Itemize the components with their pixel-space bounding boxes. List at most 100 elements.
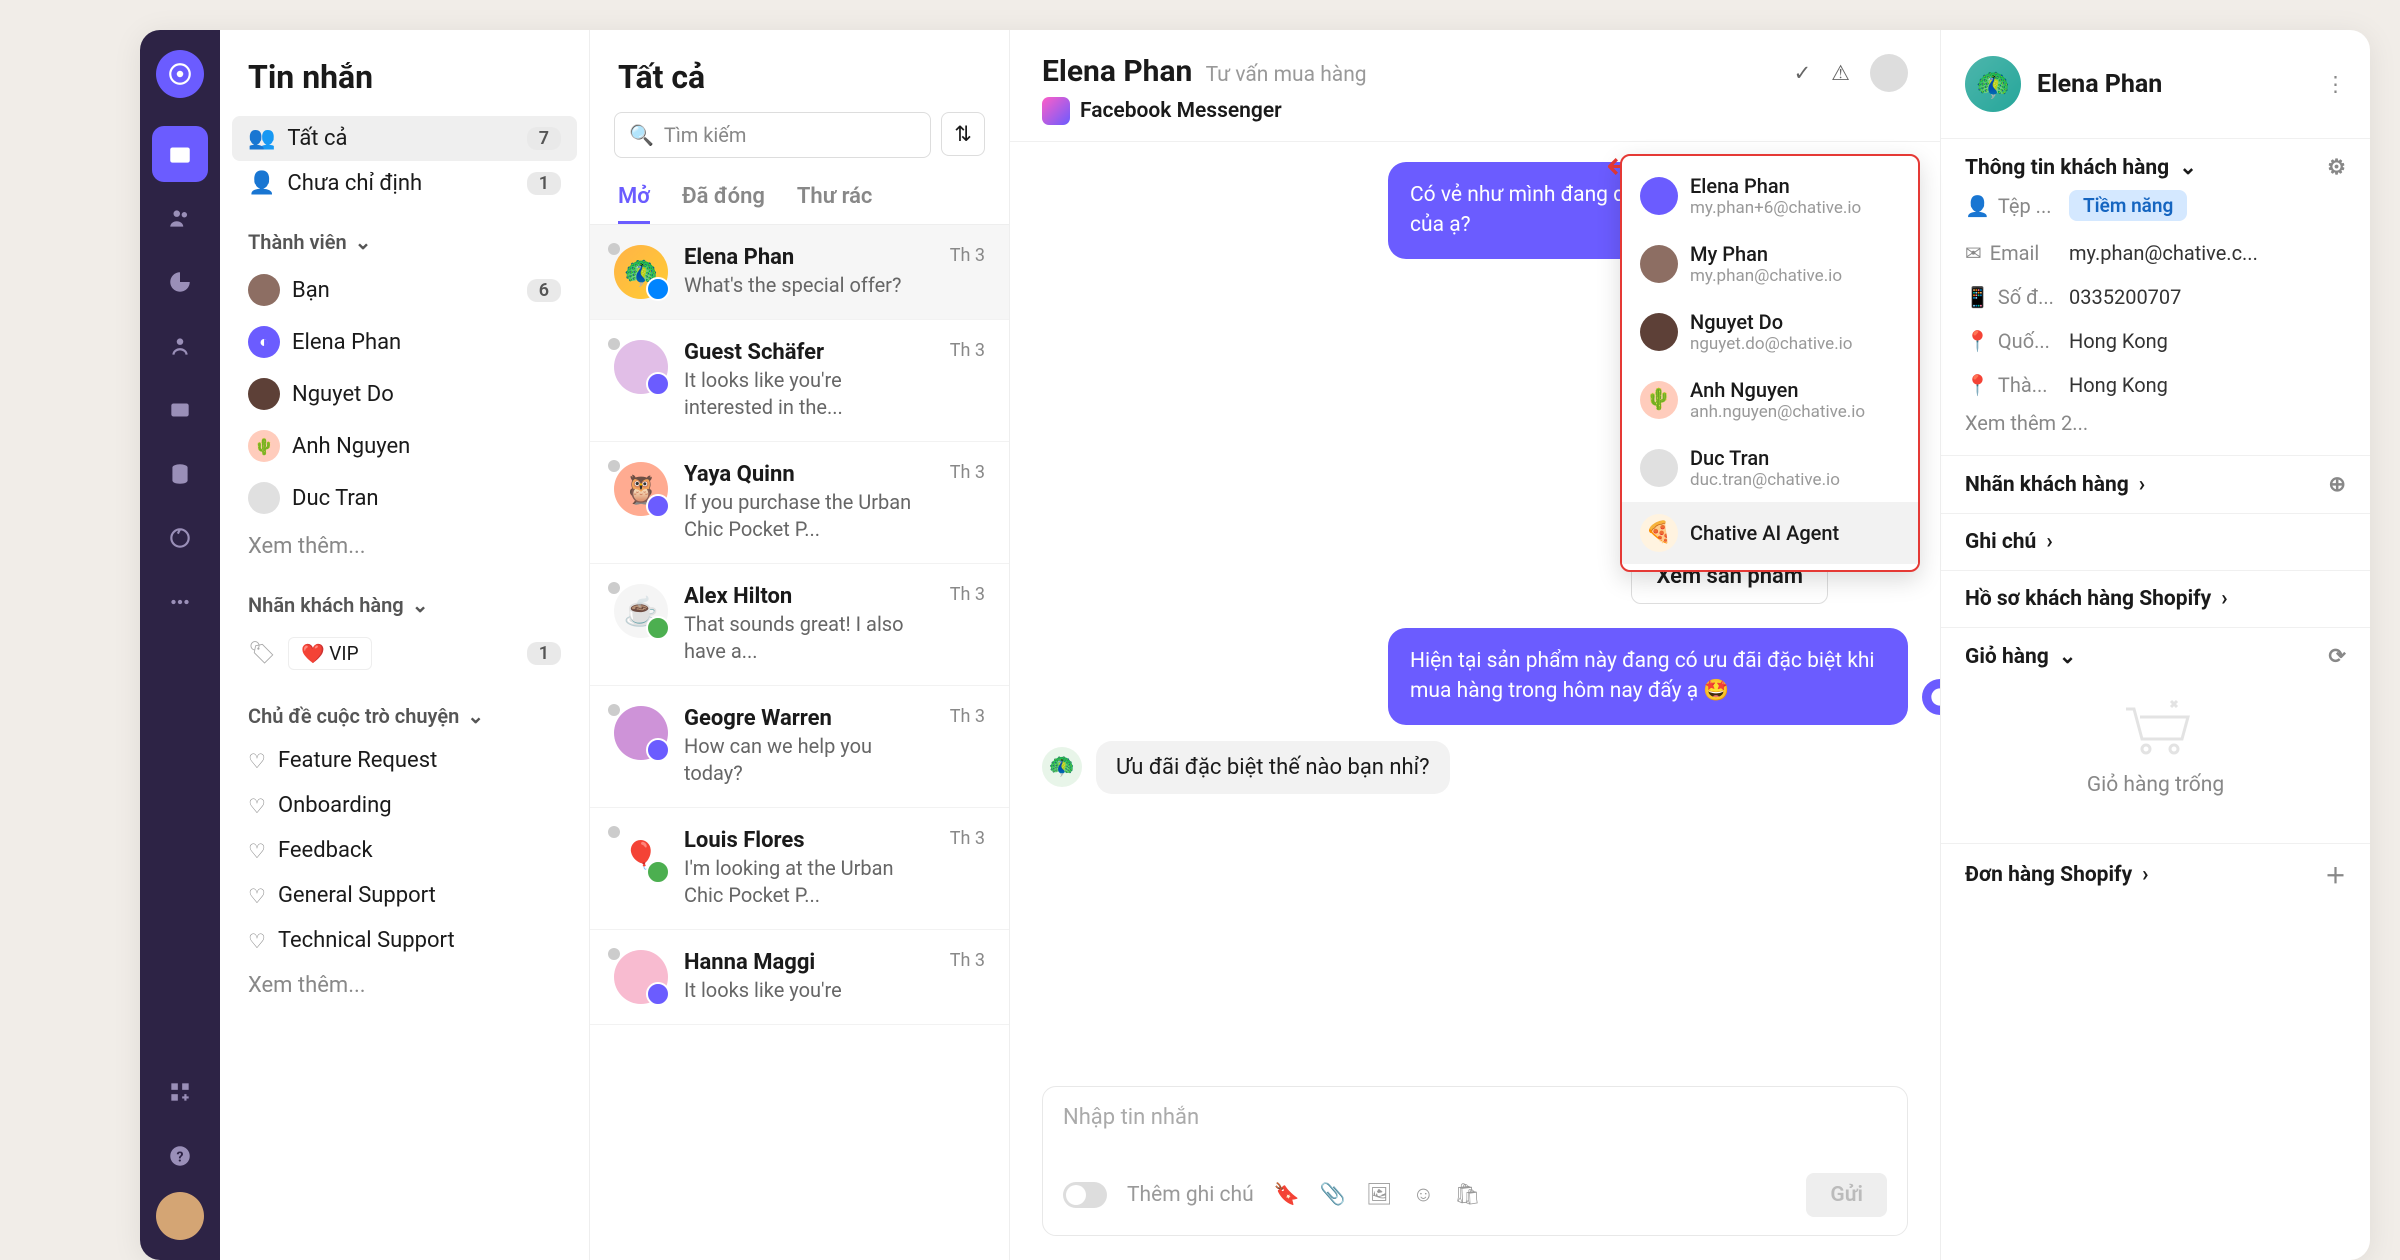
contact-avatar: 🦚 bbox=[1965, 56, 2021, 112]
cart-empty-text: Giỏ hàng trống bbox=[2087, 773, 2224, 797]
assignee-dropdown: Elena Phanmy.phan+6@chative.io My Phanmy… bbox=[1620, 154, 1920, 572]
sort-button[interactable]: ⇅ bbox=[941, 112, 985, 156]
member-item[interactable]: 🌵Anh Nguyen bbox=[220, 420, 589, 472]
tab-open[interactable]: Mở bbox=[618, 172, 650, 224]
assignee-option[interactable]: 🌵Anh Nguyenanh.nguyen@chative.io bbox=[1622, 366, 1918, 434]
search-input[interactable]: 🔍Tìm kiếm bbox=[614, 112, 931, 158]
cart-section-toggle[interactable]: Giỏ hàng⌄⟳ bbox=[1965, 644, 2346, 669]
pin-icon: ♡ bbox=[248, 794, 266, 818]
topics-section[interactable]: Chủ đề cuộc trò chuyện⌄ bbox=[220, 680, 589, 738]
tags-section[interactable]: Nhãn khách hàng⌄ bbox=[220, 569, 589, 627]
pin-icon: ♡ bbox=[248, 929, 266, 953]
members-more[interactable]: Xem thêm... bbox=[220, 524, 589, 569]
nav-help[interactable]: ? bbox=[152, 1128, 208, 1184]
conversation-item[interactable]: 🦉Yaya QuinnIf you purchase the Urban Chi… bbox=[590, 442, 1009, 564]
channel-icon bbox=[646, 372, 670, 396]
assignee-option[interactable]: Duc Tranduc.tran@chative.io bbox=[1622, 434, 1918, 502]
topics-more[interactable]: Xem thêm... bbox=[220, 963, 589, 1008]
member-item[interactable]: Nguyet Do bbox=[220, 368, 589, 420]
chevron-right-icon: › bbox=[2139, 473, 2145, 497]
svg-text:?: ? bbox=[176, 1149, 183, 1165]
nav-contacts[interactable] bbox=[152, 190, 208, 246]
annotation-arrow bbox=[1570, 420, 1596, 446]
user-avatar[interactable] bbox=[156, 1192, 204, 1240]
nav-campaigns[interactable] bbox=[152, 382, 208, 438]
conversation-item[interactable]: Geogre WarrenHow can we help you today?T… bbox=[590, 686, 1009, 808]
topic-item[interactable]: ♡Technical Support bbox=[220, 918, 589, 963]
orders-section-toggle[interactable]: Đơn hàng Shopify›＋ bbox=[1965, 860, 2346, 890]
assignee-option[interactable]: My Phanmy.phan@chative.io bbox=[1622, 230, 1918, 298]
conversation-item[interactable]: 🎈Louis FloresI'm looking at the Urban Ch… bbox=[590, 808, 1009, 930]
shop-icon[interactable]: 🛍 bbox=[1454, 1183, 1481, 1207]
nav-livechat[interactable] bbox=[152, 318, 208, 374]
conversation-item[interactable]: Hanna MaggiIt looks like you'reTh 3 bbox=[590, 930, 1009, 1025]
member-item[interactable]: ◐Elena Phan bbox=[220, 316, 589, 368]
message-input[interactable]: Nhập tin nhắn bbox=[1063, 1105, 1887, 1165]
topic-item[interactable]: ♡Feedback bbox=[220, 828, 589, 873]
member-item[interactable]: Duc Tran bbox=[220, 472, 589, 524]
sidebar-unassigned[interactable]: 👤 Chưa chỉ định 1 bbox=[220, 161, 589, 206]
send-button[interactable]: Gửi bbox=[1806, 1173, 1887, 1217]
nav-more[interactable] bbox=[152, 574, 208, 630]
message-out: Hiện tại sản phẩm này đang có ưu đãi đặc… bbox=[1388, 628, 1908, 725]
attachment-icon[interactable]: 📎 bbox=[1320, 1183, 1346, 1207]
topic-item[interactable]: ♡General Support bbox=[220, 873, 589, 918]
assignee-option[interactable]: Nguyet Donguyet.do@chative.io bbox=[1622, 298, 1918, 366]
tab-closed[interactable]: Đã đóng bbox=[682, 172, 765, 224]
conversation-item[interactable]: Guest SchäferIt looks like you're intere… bbox=[590, 320, 1009, 442]
member-you[interactable]: Bạn6 bbox=[220, 264, 589, 316]
tab-spam[interactable]: Thư rác bbox=[797, 172, 873, 224]
chevron-down-icon: ⌄ bbox=[2059, 644, 2077, 669]
conversation-item[interactable]: 🦚Elena PhanWhat's the special offer?Th 3 bbox=[590, 225, 1009, 320]
bookmark-icon[interactable]: 🔖 bbox=[1274, 1183, 1300, 1207]
nav-inbox[interactable] bbox=[152, 126, 208, 182]
tags-section-toggle[interactable]: Nhãn khách hàng›⊕ bbox=[1965, 472, 2346, 497]
chevron-down-icon: ⌄ bbox=[2179, 155, 2197, 180]
members-section[interactable]: Thành viên⌄ bbox=[220, 206, 589, 264]
pin-icon: ♡ bbox=[248, 839, 266, 863]
tag-icon: 🏷 bbox=[248, 641, 276, 666]
sidebar-title: Tin nhắn bbox=[220, 58, 589, 116]
add-icon[interactable]: ＋ bbox=[2325, 860, 2346, 890]
shopify-section-toggle[interactable]: Hồ sơ khách hàng Shopify› bbox=[1965, 587, 2346, 611]
chat-contact-name: Elena Phan bbox=[1042, 54, 1192, 89]
nav-rail: ? bbox=[140, 30, 220, 1260]
message-composer[interactable]: Nhập tin nhắn Thêm ghi chú 🔖 📎 🖼 ☺ 🛍 Gửi bbox=[1042, 1086, 1908, 1236]
notes-section-toggle[interactable]: Ghi chú› bbox=[1965, 530, 2346, 554]
info-section-toggle[interactable]: Thông tin khách hàng⌄⚙ bbox=[1965, 155, 2346, 180]
details-panel: 🦚 Elena Phan ⋮ Thông tin khách hàng⌄⚙ 👤T… bbox=[1940, 30, 2370, 1260]
stage-tag[interactable]: Tiềm năng bbox=[2069, 190, 2187, 221]
nav-apps[interactable] bbox=[152, 1064, 208, 1120]
warning-icon[interactable]: ⚠ bbox=[1831, 61, 1850, 86]
phone-icon: 📱 bbox=[1965, 285, 1990, 309]
nav-data[interactable] bbox=[152, 446, 208, 502]
user-icon: 👤 bbox=[1965, 194, 1990, 218]
resolve-icon[interactable]: ✓ bbox=[1794, 61, 1812, 86]
note-toggle[interactable] bbox=[1063, 1182, 1107, 1208]
chevron-down-icon: ⌄ bbox=[467, 704, 484, 728]
app-logo[interactable] bbox=[156, 50, 204, 98]
assignee-option[interactable]: Elena Phanmy.phan+6@chative.io bbox=[1622, 162, 1918, 230]
sidebar-all[interactable]: 👥 Tất cả 7 bbox=[232, 116, 577, 161]
tag-vip[interactable]: 🏷❤️ VIP1 bbox=[220, 627, 589, 680]
add-icon[interactable]: ⊕ bbox=[2328, 472, 2346, 497]
nav-reports[interactable] bbox=[152, 254, 208, 310]
topic-item[interactable]: ♡Onboarding bbox=[220, 783, 589, 828]
show-more[interactable]: Xem thêm 2... bbox=[1965, 407, 2346, 439]
assignee-option-ai[interactable]: 🍕Chative AI Agent bbox=[1622, 502, 1918, 564]
refresh-icon[interactable]: ⟳ bbox=[2328, 644, 2346, 669]
channel-icon bbox=[646, 494, 670, 518]
nav-automation[interactable] bbox=[152, 510, 208, 566]
conversation-item[interactable]: ☕Alex HiltonThat sounds great! I also ha… bbox=[590, 564, 1009, 686]
chevron-down-icon: ⌄ bbox=[412, 593, 429, 617]
image-icon[interactable]: 🖼 bbox=[1366, 1183, 1393, 1207]
list-title: Tất cả bbox=[590, 30, 1009, 112]
settings-icon[interactable]: ⚙ bbox=[2327, 155, 2346, 180]
assignee-button[interactable] bbox=[1870, 54, 1908, 92]
more-icon[interactable]: ⋮ bbox=[2325, 72, 2346, 97]
emoji-icon[interactable]: ☺ bbox=[1413, 1183, 1434, 1207]
ai-agent-icon bbox=[1922, 679, 1940, 715]
location-icon: 📍 bbox=[1965, 373, 1990, 397]
topic-item[interactable]: ♡Feature Request bbox=[220, 738, 589, 783]
conversation-list: Tất cả 🔍Tìm kiếm ⇅ Mở Đã đóng Thư rác 🦚E… bbox=[590, 30, 1010, 1260]
